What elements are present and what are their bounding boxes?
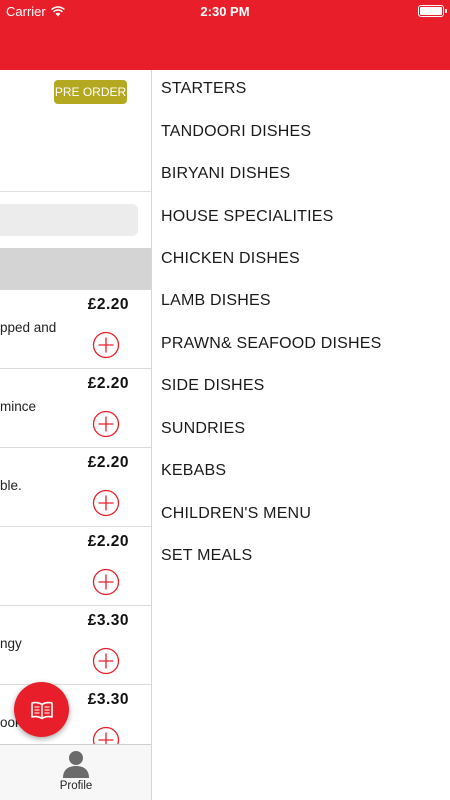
category-item[interactable]: BIRYANI DISHES xyxy=(161,165,290,183)
profile-icon xyxy=(63,751,89,778)
menu-item[interactable]: £2.20 xyxy=(0,527,151,606)
menu-item[interactable]: £2.20 ble. xyxy=(0,448,151,527)
menu-item[interactable]: £2.20 mince xyxy=(0,369,151,448)
app-screen: Carrier 2:30 PM PRE ORDER £2.20 pped and xyxy=(0,0,450,800)
battery-icon xyxy=(418,5,447,17)
menu-fab-button[interactable] xyxy=(14,682,69,737)
category-drawer: STARTERS TANDOORI DISHES BIRYANI DISHES … xyxy=(153,70,450,800)
category-item[interactable]: STARTERS xyxy=(161,80,246,98)
item-description: pped and xyxy=(0,320,57,335)
add-circle-icon[interactable] xyxy=(92,410,120,438)
item-price: £2.20 xyxy=(87,296,129,313)
status-time: 2:30 PM xyxy=(200,4,250,19)
menu-book-icon xyxy=(30,701,53,719)
add-circle-icon[interactable] xyxy=(92,331,120,359)
tab-profile-label: Profile xyxy=(59,780,93,792)
category-item[interactable]: PRAWN& SEAFOOD DISHES xyxy=(161,335,382,353)
add-circle-icon[interactable] xyxy=(92,647,120,675)
item-price: £2.20 xyxy=(87,533,129,550)
category-header-band xyxy=(0,248,151,290)
divider xyxy=(0,191,151,192)
app-header: Carrier 2:30 PM xyxy=(0,0,450,70)
menu-item[interactable]: £3.30 ngy xyxy=(0,606,151,685)
item-price: £2.20 xyxy=(87,375,129,392)
status-bar: Carrier 2:30 PM xyxy=(0,0,450,24)
category-item[interactable]: CHILDREN'S MENU xyxy=(161,505,311,523)
search-input[interactable] xyxy=(0,204,138,236)
pre-order-badge[interactable]: PRE ORDER xyxy=(54,80,127,104)
item-price: £3.30 xyxy=(87,612,129,629)
item-description: ngy xyxy=(0,636,22,651)
add-circle-icon[interactable] xyxy=(92,568,120,596)
add-circle-icon[interactable] xyxy=(92,489,120,517)
category-item[interactable]: SIDE DISHES xyxy=(161,377,265,395)
category-item[interactable]: TANDOORI DISHES xyxy=(161,123,311,141)
item-description: mince xyxy=(0,399,37,414)
item-price: £3.30 xyxy=(87,691,129,708)
tab-profile[interactable]: Profile xyxy=(50,747,102,799)
category-item[interactable]: SUNDRIES xyxy=(161,420,245,438)
category-item[interactable]: KEBABS xyxy=(161,462,226,480)
category-item[interactable]: HOUSE SPECIALITIES xyxy=(161,208,334,226)
menu-item[interactable]: £2.20 pped and xyxy=(0,290,151,369)
item-price: £2.20 xyxy=(87,454,129,471)
category-item[interactable]: CHICKEN DISHES xyxy=(161,250,300,268)
category-item[interactable]: LAMB DISHES xyxy=(161,292,271,310)
item-description: ble. xyxy=(0,478,22,493)
category-item[interactable]: SET MEALS xyxy=(161,547,252,565)
bottom-tab-bar: Profile xyxy=(0,744,151,800)
